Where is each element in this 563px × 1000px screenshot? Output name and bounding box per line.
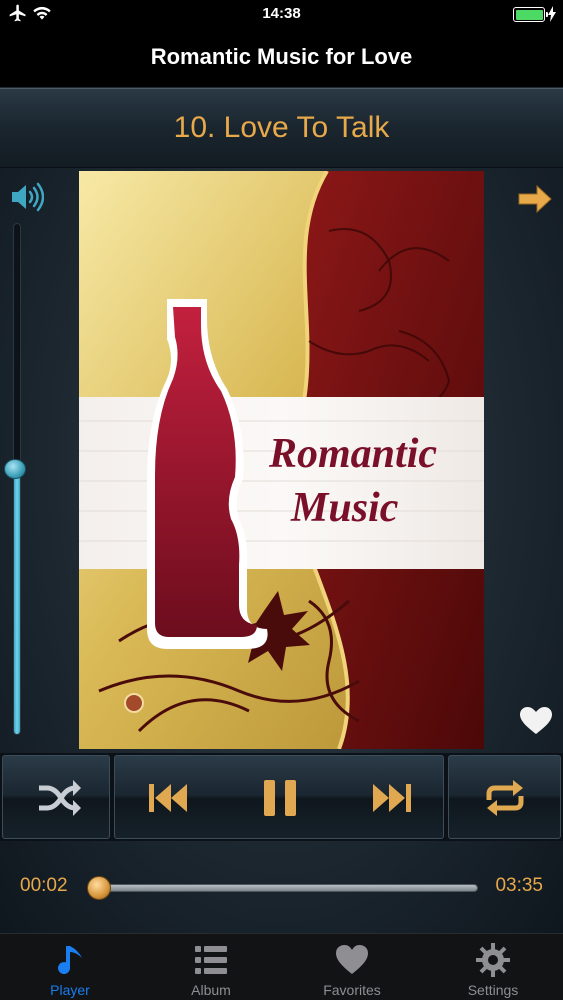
volume-slider[interactable] [13, 223, 21, 735]
music-note-icon [58, 946, 82, 975]
progress-area: 00:02 03:35 [0, 843, 563, 933]
tab-settings[interactable]: Settings [423, 934, 563, 1000]
repeat-cell [448, 755, 561, 839]
tab-album[interactable]: Album [141, 934, 281, 1000]
tab-label: Favorites [323, 982, 381, 998]
volume-fill [14, 468, 20, 734]
artwork-text-line2: Music [290, 485, 399, 531]
tab-label: Player [50, 982, 90, 998]
tab-favorites[interactable]: Favorites [282, 934, 422, 1000]
status-bar: 14:38 [0, 0, 563, 30]
transport-cell [114, 755, 444, 839]
volume-knob[interactable] [4, 458, 26, 479]
list-icon [195, 946, 227, 974]
playback-controls [0, 753, 563, 841]
heart-icon [336, 945, 368, 974]
track-title: 10. Love To Talk [173, 111, 390, 144]
shuffle-cell [2, 755, 110, 839]
artwork-text-line1: Romantic [268, 431, 437, 477]
forward-arrow-icon[interactable] [517, 184, 553, 214]
progress-knob[interactable] [86, 876, 111, 900]
page-title: Romantic Music for Love [150, 44, 413, 69]
pause-icon[interactable] [256, 774, 304, 822]
progress-slider[interactable] [95, 884, 478, 892]
nav-bar: Romantic Music for Love [0, 30, 563, 88]
tab-player[interactable]: Player [0, 934, 140, 1000]
previous-icon[interactable] [145, 774, 193, 822]
track-title-bar: 10. Love To Talk [0, 88, 563, 168]
repeat-icon[interactable] [481, 774, 529, 822]
status-time: 14:38 [262, 5, 301, 22]
total-time: 03:35 [495, 875, 543, 896]
charging-bolt-icon [548, 6, 556, 22]
tab-bar: Player Album Favorites Settings [0, 933, 563, 1000]
tab-label: Settings [467, 982, 519, 998]
elapsed-time: 00:02 [20, 875, 68, 896]
favorite-heart-icon[interactable] [519, 706, 553, 736]
volume-icon[interactable] [10, 182, 44, 212]
next-track-icon[interactable] [367, 774, 415, 822]
tab-label: Album [191, 982, 231, 998]
player-panel: 10. Love To Talk Romantic Music 00:02 03… [0, 88, 563, 933]
gear-icon [476, 943, 510, 977]
shuffle-icon[interactable] [33, 774, 81, 822]
album-artwork: Romantic Music [79, 171, 484, 749]
battery-icon [513, 7, 548, 22]
